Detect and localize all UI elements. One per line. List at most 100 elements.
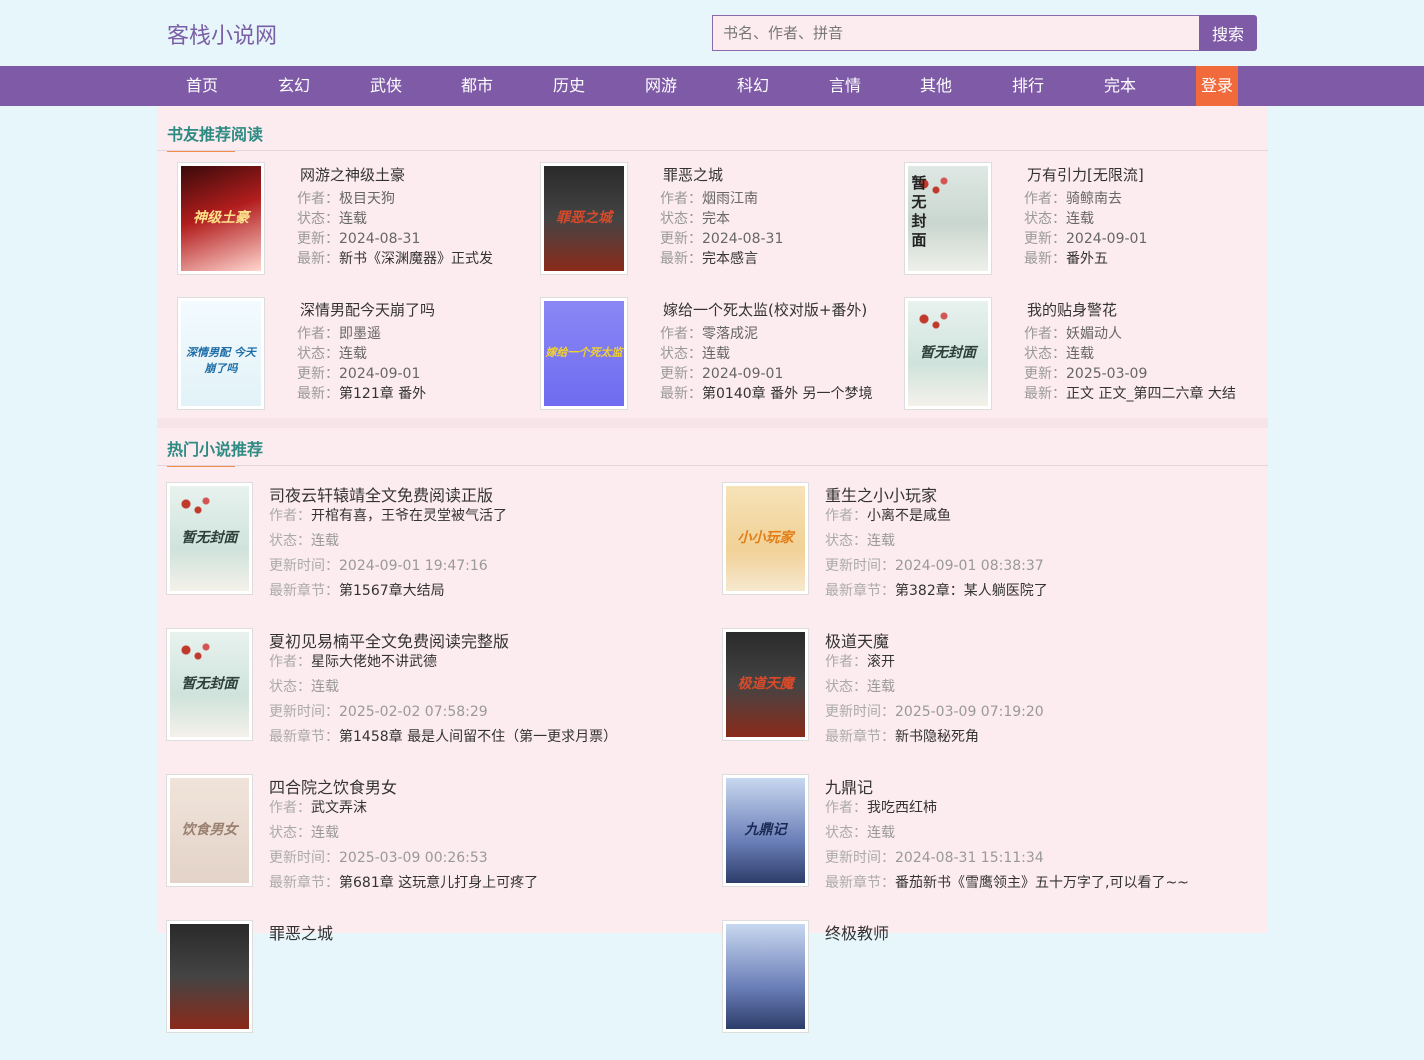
book-title[interactable]: 终极教师 (825, 920, 889, 944)
book-title[interactable]: 极道天魔 (825, 628, 889, 652)
nav-item-kehuan[interactable]: 科幻 (723, 66, 783, 106)
field-value: 极目天狗 (339, 191, 395, 207)
book-title[interactable]: 我的贴身警花 (1027, 299, 1117, 320)
field-value: 连载 (311, 679, 339, 695)
book-cover[interactable]: 小小玩家 (722, 482, 809, 595)
nav-item-wanben[interactable]: 完本 (1090, 66, 1150, 106)
book-cover[interactable] (722, 920, 809, 1033)
field-value[interactable]: 星际大佬她不讲武德 (311, 654, 437, 670)
book-cover[interactable] (166, 920, 253, 1033)
field-label: 更新： (1024, 366, 1066, 382)
book-status: 状态：连载 (825, 676, 895, 696)
field-value: 即墨遥 (339, 326, 381, 342)
book-title[interactable]: 深情男配今天崩了吗 (300, 299, 435, 320)
site-logo[interactable]: 客栈小说网 (167, 18, 277, 50)
field-value: 连载 (339, 346, 367, 362)
search-button[interactable]: 搜索 (1199, 15, 1257, 51)
book-title[interactable]: 司夜云轩辕靖全文免费阅读正版 (269, 482, 493, 506)
field-value: 2025-03-09 (1066, 366, 1148, 382)
book-cover[interactable]: 暂无封面 (904, 297, 992, 410)
field-value[interactable]: 第681章 这玩意儿打身上可疼了 (339, 875, 538, 891)
book-cover[interactable]: 暂无封面 (904, 162, 992, 275)
book-cover[interactable]: 神级土豪 (177, 162, 265, 275)
book-status: 状态：连载 (1024, 343, 1094, 363)
field-value: 零落成泥 (702, 326, 758, 342)
field-label: 最新章节： (269, 729, 339, 745)
nav-item-xuanhuan[interactable]: 玄幻 (264, 66, 324, 106)
field-value[interactable]: 小离不是咸鱼 (867, 508, 951, 524)
book-cover[interactable]: 嫁给一个死太监 (540, 297, 628, 410)
book-author: 作者：星际大佬她不讲武德 (269, 651, 437, 671)
book-cover[interactable]: 九鼎记 (722, 774, 809, 887)
field-value[interactable]: 新书隐秘死角 (895, 729, 979, 745)
hot-book-card: 饮食男女 四合院之饮食男女 作者：武文弄沫 状态：连载 更新时间：2025-03-09 … (157, 774, 702, 914)
field-value[interactable]: 武文弄沫 (311, 800, 367, 816)
book-cover[interactable]: 罪恶之城 (540, 162, 628, 275)
nav-item-wuxia[interactable]: 武侠 (356, 66, 416, 106)
nav-item-home[interactable]: 首页 (172, 66, 232, 106)
book-title[interactable]: 罪恶之城 (663, 164, 723, 185)
cover-image: 嫁给一个死太监 (544, 301, 624, 406)
hot-book-card: 暂无封面 夏初见易楠平全文免费阅读完整版 作者：星际大佬她不讲武德 状态：连载 更新时间… (157, 628, 702, 768)
field-value[interactable]: 新书《深渊魔器》正式发 (339, 251, 493, 267)
book-cover[interactable]: 极道天魔 (722, 628, 809, 741)
book-title[interactable]: 网游之神级土豪 (300, 164, 405, 185)
field-label: 作者： (1024, 326, 1066, 342)
field-label: 更新时间： (269, 558, 339, 574)
field-value: 2025-03-09 00:26:53 (339, 850, 488, 866)
field-value[interactable]: 番外五 (1066, 251, 1108, 267)
field-value[interactable]: 第121章 番外 (339, 386, 426, 402)
field-value[interactable]: 第382章：某人躺医院了 (895, 583, 1048, 599)
hot-book-card: 终极教师 (713, 920, 1258, 1060)
field-value[interactable]: 开棺有喜，王爷在灵堂被气活了 (311, 508, 507, 524)
recommend-book-card: 嫁给一个死太监 嫁给一个死太监(校对版+番外) 作者：零落成泥 状态：连载 更新：202… (520, 297, 875, 412)
field-label: 作者： (297, 191, 339, 207)
field-label: 状态： (825, 679, 867, 695)
section-title-hot: 热门小说推荐 (167, 436, 263, 467)
book-latest-chapter: 最新章节：第681章 这玩意儿打身上可疼了 (269, 872, 538, 892)
book-cover[interactable]: 暂无封面 (166, 482, 253, 595)
book-latest-chapter: 最新章节：番茄新书《雪鹰领主》五十万字了,可以看了~~ (825, 872, 1189, 892)
nav-item-qita[interactable]: 其他 (906, 66, 966, 106)
field-value[interactable]: 第1458章 最是人间留不住（第一更求月票） (339, 729, 617, 745)
field-value: 2024-09-01 (1066, 231, 1148, 247)
book-title[interactable]: 四合院之饮食男女 (269, 774, 397, 798)
field-value: 2024-08-31 (339, 231, 421, 247)
nav-item-paihang[interactable]: 排行 (998, 66, 1058, 106)
field-value: 2025-02-02 07:58:29 (339, 704, 488, 720)
book-title[interactable]: 重生之小小玩家 (825, 482, 937, 506)
field-value: 连载 (1066, 346, 1094, 362)
book-title[interactable]: 万有引力[无限流] (1027, 164, 1144, 185)
cover-image (170, 924, 249, 1029)
field-value: 2024-08-31 15:11:34 (895, 850, 1044, 866)
cover-title-text: 饮食男女 (181, 822, 238, 839)
search-input[interactable] (712, 15, 1199, 51)
book-title[interactable]: 夏初见易楠平全文免费阅读完整版 (269, 628, 509, 652)
book-cover[interactable]: 暂无封面 (166, 628, 253, 741)
nav-item-dushi[interactable]: 都市 (447, 66, 507, 106)
nav-item-wangyou[interactable]: 网游 (631, 66, 691, 106)
field-label: 状态： (825, 533, 867, 549)
nav-item-yanqing[interactable]: 言情 (815, 66, 875, 106)
field-value: 连载 (867, 533, 895, 549)
field-value[interactable]: 完本感言 (702, 251, 758, 267)
login-button[interactable]: 登录 (1196, 66, 1238, 106)
nav-item-lishi[interactable]: 历史 (539, 66, 599, 106)
field-value[interactable]: 滚开 (867, 654, 895, 670)
field-value[interactable]: 正文 正文_第四二六章 大结 (1066, 386, 1236, 402)
field-value[interactable]: 第0140章 番外 另一个梦境 (702, 386, 873, 402)
field-label: 最新： (1024, 251, 1066, 267)
field-label: 状态： (269, 825, 311, 841)
book-title[interactable]: 九鼎记 (825, 774, 873, 798)
field-value[interactable]: 第1567章大结局 (339, 583, 445, 599)
book-author: 作者：烟雨江南 (660, 188, 758, 208)
field-label: 作者： (660, 191, 702, 207)
book-cover[interactable]: 饮食男女 (166, 774, 253, 887)
book-title[interactable]: 嫁给一个死太监(校对版+番外) (663, 299, 867, 320)
field-value[interactable]: 我吃西红柿 (867, 800, 937, 816)
hot-book-card: 九鼎记 九鼎记 作者：我吃西红柿 状态：连载 更新时间：2024-08-31 15:11… (713, 774, 1258, 914)
field-label: 状态： (1024, 211, 1066, 227)
book-title[interactable]: 罪恶之城 (269, 920, 333, 944)
field-value[interactable]: 番茄新书《雪鹰领主》五十万字了,可以看了~~ (895, 875, 1189, 891)
book-cover[interactable]: 深情男配 今天 崩了吗 (177, 297, 265, 410)
